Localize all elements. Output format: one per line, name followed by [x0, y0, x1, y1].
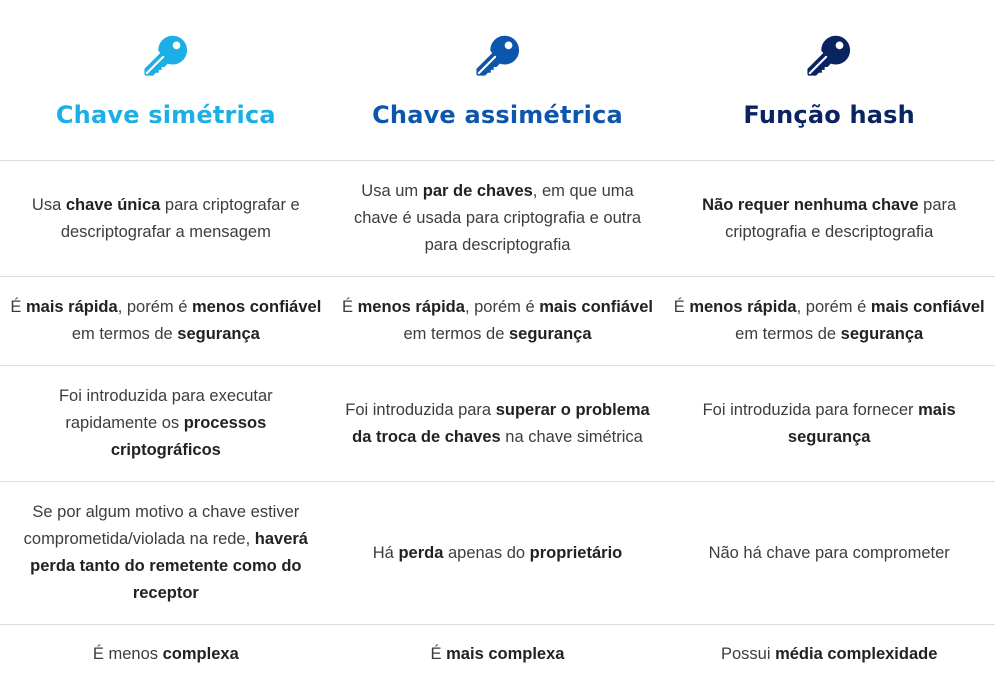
table-cell: Usa chave única para criptografar e desc… [0, 161, 332, 276]
cell-text-bold: média complexidade [775, 645, 938, 663]
cell-text-bold: mais confiável [870, 298, 985, 316]
cell-text: É menos rápida, porém é mais confiável e… [340, 294, 656, 348]
table-row: É mais rápida, porém é menos confiável e… [0, 276, 995, 365]
table-cell: Possui média complexidade [663, 625, 995, 694]
cell-text-bold: segurança [840, 325, 924, 343]
cell-text-bold: menos rápida [357, 298, 465, 316]
column-header-symmetric: Chave simétrica [0, 0, 332, 160]
cell-text: Não requer nenhuma chave para criptograf… [694, 192, 964, 246]
column-title: Chave assimétrica [372, 101, 623, 129]
table-header: Chave simétrica Chave assimétrica Função… [0, 0, 995, 160]
key-icon [806, 31, 852, 77]
table-cell: Foi introduzida para executar rapidament… [0, 366, 332, 481]
cell-text-bold: mais complexa [446, 645, 565, 663]
cell-text-segment: É menos [92, 645, 163, 663]
key-icon [475, 31, 521, 77]
table-cell: Há perda apenas do proprietário [332, 482, 664, 624]
table-cell: É menos rápida, porém é mais confiável e… [663, 277, 995, 365]
cell-text-bold: segurança [508, 325, 592, 343]
column-title: Função hash [743, 101, 915, 129]
cell-text-segment: É [430, 645, 447, 663]
table-cell: Usa um par de chaves, em que uma chave é… [332, 161, 664, 276]
cell-text-segment: É [342, 298, 358, 316]
column-title: Chave simétrica [55, 101, 276, 129]
cell-text-segment: Não há chave para comprometer [708, 543, 950, 562]
table-cell: É mais complexa [332, 625, 664, 694]
cell-text: É menos rápida, porém é mais confiável e… [671, 294, 987, 348]
table-cell: Se por algum motivo a chave estiver comp… [0, 482, 332, 624]
cell-text-segment: , porém é [796, 298, 871, 316]
cell-text-bold: proprietário [529, 543, 623, 562]
cell-text-bold: menos confiável [191, 298, 322, 316]
cell-text: Foi introduzida para executar rapidament… [51, 383, 281, 464]
cell-text-bold: perda [398, 543, 444, 562]
cell-text-segment: na chave simétrica [500, 427, 643, 446]
column-header-hash: Função hash [663, 0, 995, 160]
column-header-asymmetric: Chave assimétrica [332, 0, 664, 160]
cell-text: É menos complexa [93, 641, 239, 668]
cell-text-segment: Possui [720, 645, 776, 663]
cell-text: É mais rápida, porém é menos confiável e… [8, 294, 324, 348]
cell-text-segment: em termos de [403, 325, 509, 343]
key-icon-svg [475, 35, 519, 76]
table-row: Foi introduzida para executar rapidament… [0, 365, 995, 481]
cell-text-segment: em termos de [735, 325, 841, 343]
key-icon-svg [807, 35, 851, 76]
cell-text-segment: apenas do [443, 543, 530, 562]
key-icon-svg [144, 35, 187, 76]
cell-text-bold: mais rápida [25, 298, 118, 316]
cell-text-bold: menos rápida [689, 298, 797, 316]
table-row: É menos complexa É mais complexa Possui mé… [0, 624, 995, 694]
cell-text-segment: Usa um [361, 182, 423, 200]
table-cell: Foi introduzida para fornecer mais segur… [663, 366, 995, 481]
cell-text: Foi introduzida para superar o problema … [340, 397, 655, 451]
table-cell: É menos complexa [0, 625, 332, 694]
cell-text: Há perda apenas do proprietário [373, 540, 622, 567]
cell-text-bold: mais confiável [539, 298, 653, 316]
key-icon [143, 31, 189, 77]
table-cell: É menos rápida, porém é mais confiável e… [332, 277, 664, 365]
cell-text-bold: chave única [65, 195, 161, 214]
cell-text-segment: , porém é [117, 298, 192, 316]
cell-text: Não há chave para comprometer [709, 540, 950, 567]
table-row: Se por algum motivo a chave estiver comp… [0, 481, 995, 624]
comparison-table: Chave simétrica Chave assimétrica Função… [0, 0, 1002, 700]
cell-text: É mais complexa [431, 641, 565, 668]
table-cell: Não há chave para comprometer [663, 482, 995, 624]
table-cell: Não requer nenhuma chave para criptograf… [663, 161, 995, 276]
cell-text: Possui média complexidade [721, 641, 937, 668]
table-body: Usa chave única para criptografar e desc… [0, 160, 995, 694]
cell-text-segment: em termos de [71, 325, 178, 343]
cell-text-bold: Não requer nenhuma chave [702, 195, 919, 214]
table-cell: Foi introduzida para superar o problema … [332, 366, 664, 481]
cell-text-segment: Foi introduzida para [345, 400, 496, 419]
cell-text-segment: Foi introduzida para fornecer [702, 400, 919, 419]
table-cell: É mais rápida, porém é menos confiável e… [0, 277, 332, 365]
cell-text-segment: Há [372, 543, 399, 562]
cell-text-segment: , porém é [464, 298, 540, 316]
cell-text-segment: É [673, 298, 690, 316]
cell-text: Se por algum motivo a chave estiver comp… [16, 499, 316, 607]
cell-text-segment: É [10, 298, 26, 316]
cell-text-bold: segurança [177, 325, 260, 343]
table-row: Usa chave única para criptografar e desc… [0, 160, 995, 276]
cell-text: Usa chave única para criptografar e desc… [21, 192, 311, 246]
cell-text-bold: par de chaves [422, 182, 533, 200]
cell-text-segment: Usa [31, 195, 66, 214]
cell-text-bold: complexa [162, 645, 239, 663]
cell-text: Foi introduzida para fornecer mais segur… [694, 397, 964, 451]
cell-text: Usa um par de chaves, em que uma chave é… [348, 178, 648, 259]
